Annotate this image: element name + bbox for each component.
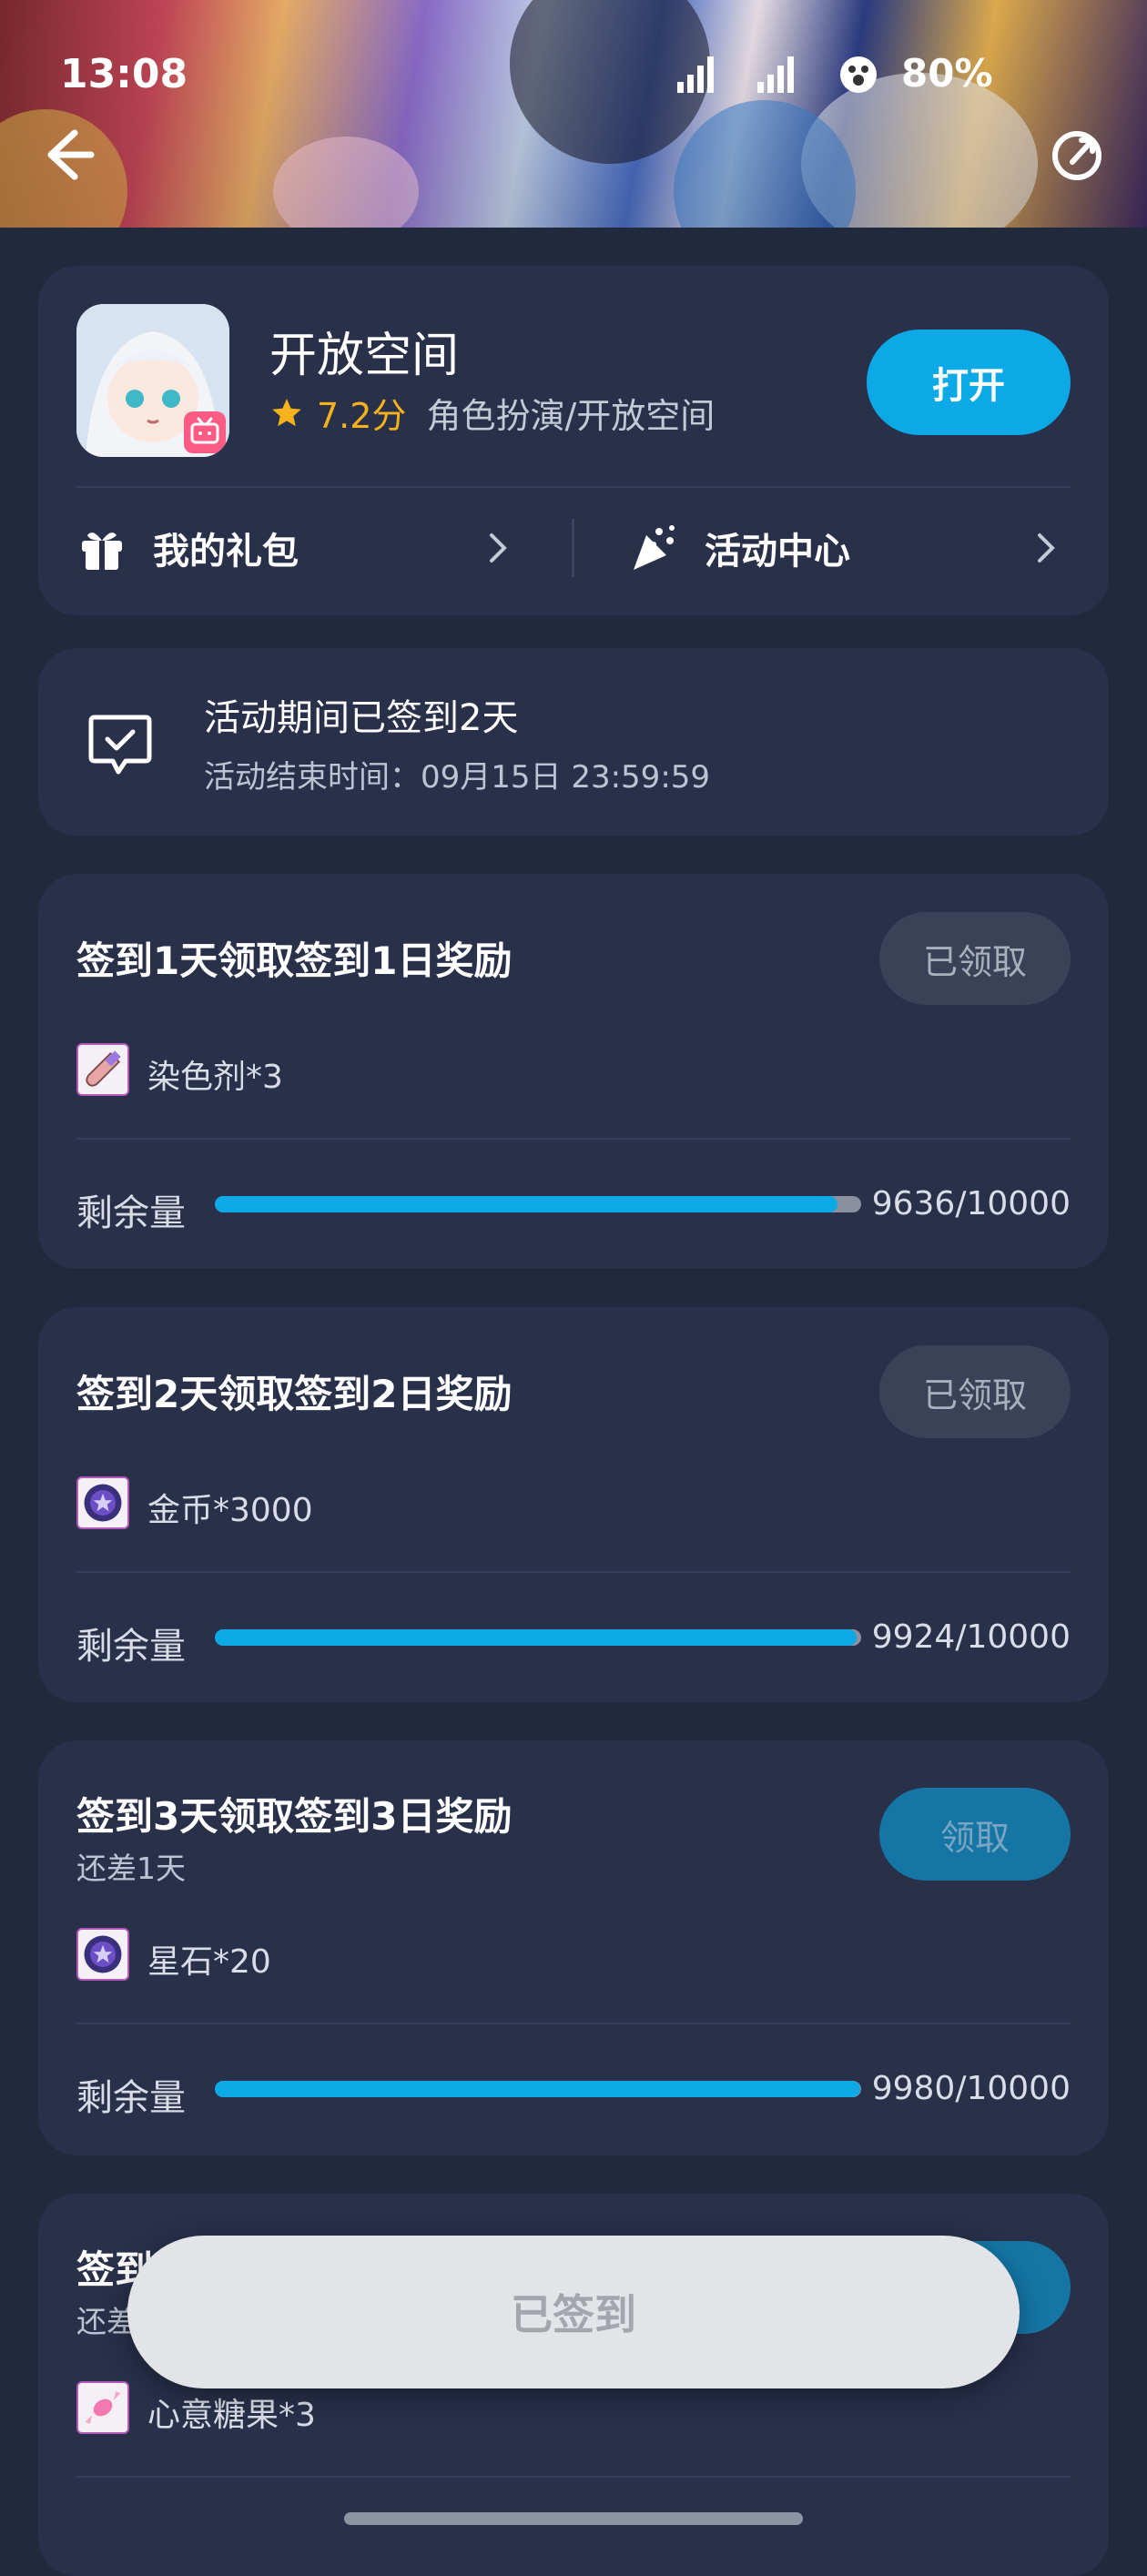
status-bar: 13:08 80% [0,0,1147,155]
signal-5g-icon [757,56,794,93]
stock-progress-bar [215,1629,861,1646]
reward-task-card: 签到1天领取签到1日奖励 已领取 染色剂*3 剩余量 9636/10000 [38,874,1109,1269]
stock-count: 9980/10000 [871,2070,1071,2107]
checkin-status-card: 活动期间已签到2天 活动结束时间：09月15日 23:59:59 [38,648,1109,836]
app-card: 开放空间 7.2分 角色扮演/开放空间 打开 我的礼包 活动中心 [38,266,1109,615]
task-title: 签到2天领取签到2日奖励 [76,1372,513,1416]
reward-name: 染色剂*3 [147,1059,283,1096]
stock-progress-fill [215,2081,860,2097]
paw-icon [840,56,877,93]
event-center-label: 活动中心 [705,531,850,573]
battery-percent: 80% [901,51,993,96]
share-icon[interactable] [1045,124,1109,188]
claimed-button[interactable]: 已领取 [879,912,1071,1005]
status-time: 13:08 [60,51,188,97]
link-separator [572,519,574,577]
star-stone-icon [76,1928,129,1981]
reward-name: 星石*20 [147,1943,271,1981]
dye-icon [76,1043,129,1096]
app-icon[interactable] [76,304,229,457]
stock-progress-fill [215,1196,838,1212]
days-remaining: 还差1天 [76,1851,186,1886]
candy-icon [76,2381,129,2434]
signed-in-toast[interactable]: 已签到 [127,2236,1020,2388]
back-arrow-icon[interactable] [31,118,104,191]
stock-count: 9636/10000 [871,1185,1071,1222]
divider [76,2476,1071,2478]
reward-name: 心意糖果*3 [147,2397,316,2434]
app-meta: 7.2分 角色扮演/开放空间 [269,388,715,438]
event-center-link[interactable]: 活动中心 [628,493,850,603]
divider [76,1571,1071,1573]
chat-check-icon [88,715,152,775]
task-title: 签到3天领取签到3日奖励 [76,1794,513,1839]
divider [76,1138,1071,1140]
home-indicator[interactable] [344,2512,803,2525]
chevron-right-icon [490,533,507,563]
my-gifts-link[interactable]: 我的礼包 [76,493,299,603]
divider [76,486,1071,488]
tv-badge-icon [184,411,226,453]
stock-progress-fill [215,1629,857,1646]
app-category: 角色扮演/开放空间 [426,396,716,436]
divider [76,2023,1071,2024]
reward-task-card: 签到3天领取签到3日奖励 还差1天 领取 星石*20 剩余量 9980/1000… [38,1740,1109,2155]
stock-label: 剩余量 [76,1626,186,1668]
open-app-button[interactable]: 打开 [867,330,1071,435]
star-icon [272,398,301,426]
task-title: 签到1天领取签到1日奖励 [76,938,513,983]
stock-progress-bar [215,2081,861,2097]
reward-task-card: 签到2天领取签到2日奖励 已领取 金币*3000 剩余量 9924/10000 [38,1307,1109,1702]
chevron-right-icon [1038,533,1055,563]
coin-icon [76,1476,129,1529]
party-popper-icon [634,525,675,570]
claim-button[interactable]: 领取 [879,1788,1071,1881]
stock-progress-bar [215,1196,861,1212]
claimed-button[interactable]: 已领取 [879,1345,1071,1438]
app-name: 开放空间 [269,329,460,383]
checkin-end-time: 活动结束时间：09月15日 23:59:59 [204,759,711,796]
stock-count: 9924/10000 [871,1618,1071,1656]
gift-icon [82,532,122,570]
stock-label: 剩余量 [76,1192,186,1234]
reward-name: 金币*3000 [147,1492,313,1529]
checkin-days: 活动期间已签到2天 [204,697,519,739]
signal-4g-icon [677,56,714,93]
my-gifts-label: 我的礼包 [153,531,299,573]
app-rating: 7.2分 [317,396,407,436]
stock-label: 剩余量 [76,2077,186,2119]
